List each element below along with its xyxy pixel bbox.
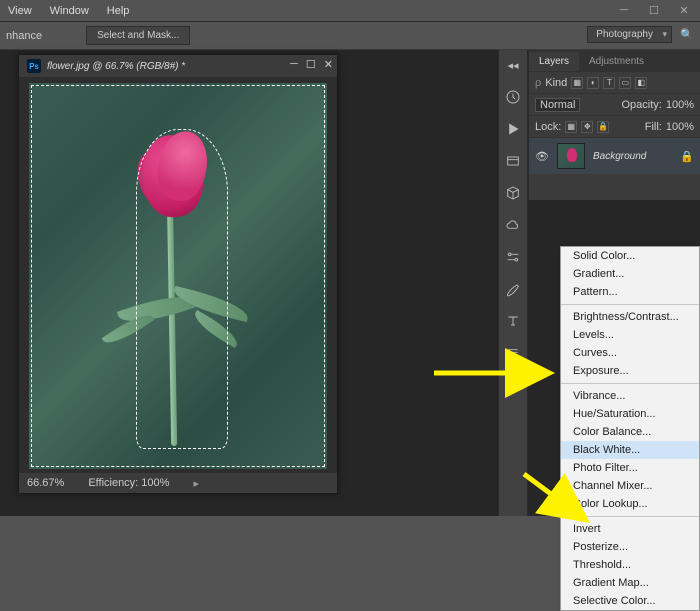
layer-thumbnail[interactable] [557, 143, 585, 169]
menu-view[interactable]: View [8, 5, 32, 17]
doc-minimize-icon[interactable]: ─ [290, 58, 298, 71]
type-icon[interactable] [504, 312, 522, 330]
menu-item[interactable]: Channel Mixer... [561, 477, 699, 495]
menu-item[interactable]: Photo Filter... [561, 459, 699, 477]
paragraph-icon[interactable] [504, 344, 522, 362]
menu-window[interactable]: Window [50, 5, 89, 17]
filter-pixel-icon[interactable]: ▦ [571, 77, 583, 89]
menu-item[interactable]: Pattern... [561, 283, 699, 301]
flower-stem [167, 191, 177, 446]
adjustment-layer-menu: Solid Color...Gradient...Pattern... Brigh… [560, 246, 700, 611]
menu-item[interactable]: Vibrance... [561, 387, 699, 405]
menu-item[interactable]: Selective Color... [561, 592, 699, 610]
ps-icon: Ps [27, 59, 41, 73]
adjust-icon[interactable] [504, 248, 522, 266]
cloud-icon[interactable] [504, 216, 522, 234]
visibility-icon[interactable]: 👁 [535, 150, 549, 163]
blend-row: Normal Opacity: 100% [529, 94, 700, 116]
lock-all-icon[interactable]: 🔒 [597, 121, 609, 133]
lock-position-icon[interactable]: ✥ [581, 121, 593, 133]
menubar: View Window Help [0, 0, 700, 22]
blend-mode-select[interactable]: Normal [535, 98, 580, 112]
filter-adjust-icon[interactable]: ◐ [587, 77, 599, 89]
flower-bloom [137, 129, 211, 221]
filter-kind[interactable]: Kind [545, 77, 567, 89]
efficiency-readout: Efficiency: 100% [88, 477, 169, 489]
menu-item[interactable]: Threshold... [561, 556, 699, 574]
lock-label: Lock: [535, 121, 561, 133]
cube-icon[interactable] [504, 184, 522, 202]
doc-close-icon[interactable]: ✕ [324, 58, 333, 71]
lock-row: Lock: ▦ ✥ 🔒 Fill: 100% [529, 116, 700, 138]
menu-help[interactable]: Help [107, 5, 130, 17]
menu-item[interactable]: Solid Color... [561, 247, 699, 265]
play-icon[interactable] [504, 120, 522, 138]
document-window: Ps flower.jpg @ 66.7% (RGB/8#) * ─ ☐ ✕ 6 [18, 54, 338, 494]
filter-type-icon[interactable]: T [603, 77, 615, 89]
minimize-icon[interactable]: ─ [612, 2, 636, 18]
menu-item[interactable]: Color Balance... [561, 423, 699, 441]
menu-item[interactable]: Color Lookup... [561, 495, 699, 513]
lock-pixels-icon[interactable]: ▦ [565, 121, 577, 133]
statusbar-arrow-icon[interactable]: ▸ [193, 477, 199, 490]
layer-filter-row: ρ Kind ▦ ◐ T ▭ ◧ [529, 72, 700, 94]
menu-item[interactable]: Posterize... [561, 538, 699, 556]
window-controls: ─ ☐ ✕ [612, 2, 696, 18]
filter-shape-icon[interactable]: ▭ [619, 77, 631, 89]
menu-item[interactable]: Hue/Saturation... [561, 405, 699, 423]
tab-layers[interactable]: Layers [529, 52, 579, 71]
filter-smart-icon[interactable]: ◧ [635, 77, 647, 89]
lock-icon[interactable]: 🔒 [680, 150, 694, 163]
document-statusbar: 66.67% Efficiency: 100% ▸ [19, 473, 337, 493]
layers-panel: Layers Adjustments ρ Kind ▦ ◐ T ▭ ◧ Norm… [528, 50, 700, 200]
zoom-level[interactable]: 66.67% [27, 477, 64, 489]
tab-adjustments[interactable]: Adjustments [579, 52, 654, 71]
menu-item[interactable]: Gradient... [561, 265, 699, 283]
history-icon[interactable] [504, 88, 522, 106]
document-tab[interactable]: Ps flower.jpg @ 66.7% (RGB/8#) * ─ ☐ ✕ [19, 55, 337, 77]
opacity-value[interactable]: 100% [666, 99, 694, 111]
layer-row-background[interactable]: 👁 Background 🔒 [529, 138, 700, 174]
workspace-area: Ps flower.jpg @ 66.7% (RGB/8#) * ─ ☐ ✕ 6 [0, 50, 700, 516]
doc-maximize-icon[interactable]: ☐ [306, 58, 316, 71]
fill-value[interactable]: 100% [666, 121, 694, 133]
workspace-switcher[interactable]: Photography [587, 26, 672, 43]
layer-name: Background [593, 151, 646, 162]
canvas[interactable] [29, 83, 327, 469]
search-icon[interactable]: 🔍 [680, 28, 694, 41]
menu-item[interactable]: Invert [561, 520, 699, 538]
maximize-icon[interactable]: ☐ [642, 2, 666, 18]
enhance-label: nhance [6, 30, 42, 42]
collapsed-panels-strip: ◂◂ [498, 50, 528, 516]
opacity-label: Opacity: [622, 99, 662, 111]
menu-item[interactable]: Levels... [561, 326, 699, 344]
menu-item[interactable]: Curves... [561, 344, 699, 362]
menu-item[interactable]: Gradient Map... [561, 574, 699, 592]
menu-item[interactable]: Brightness/Contrast... [561, 308, 699, 326]
document-title: flower.jpg @ 66.7% (RGB/8#) * [47, 61, 185, 72]
libraries-icon[interactable] [504, 152, 522, 170]
chevron-left-icon[interactable]: ◂◂ [504, 56, 522, 74]
close-icon[interactable]: ✕ [672, 2, 696, 18]
fill-label: Fill: [645, 121, 662, 133]
menu-item[interactable]: Black White... [561, 441, 699, 459]
select-and-mask-button[interactable]: Select and Mask... [86, 26, 190, 45]
brush-icon[interactable] [504, 280, 522, 298]
menu-item[interactable]: Exposure... [561, 362, 699, 380]
tutorial-arrow [432, 360, 562, 389]
panel-tabs: Layers Adjustments [529, 50, 700, 72]
